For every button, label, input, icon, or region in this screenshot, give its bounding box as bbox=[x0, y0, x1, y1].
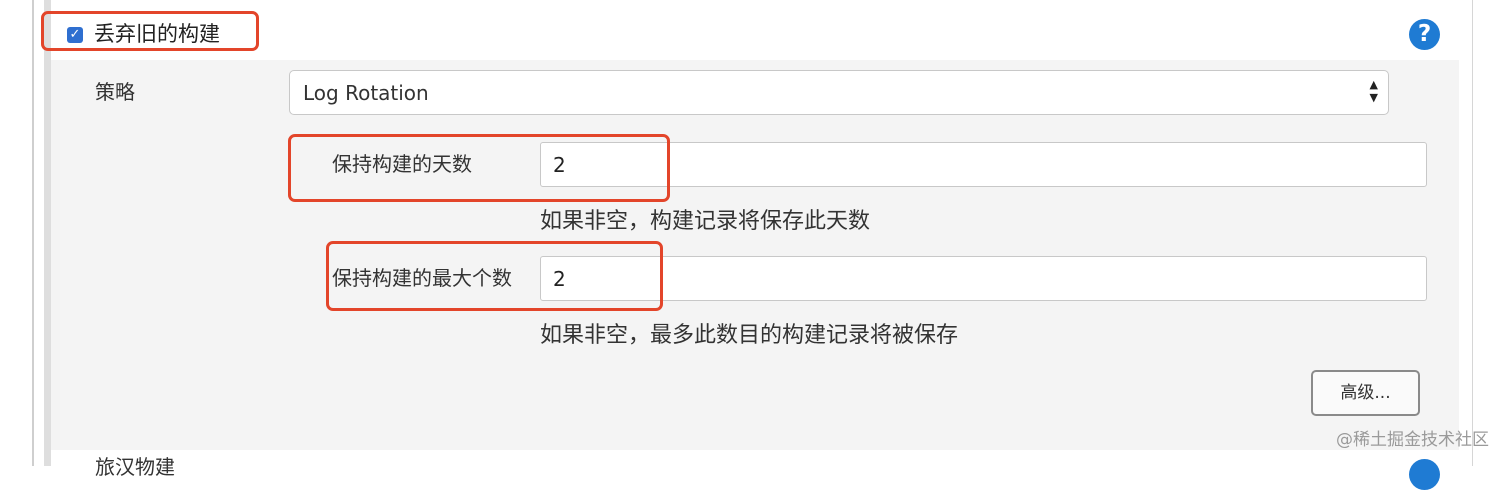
help-icon[interactable]: ? bbox=[1409, 19, 1440, 50]
advanced-button[interactable]: 高级... bbox=[1311, 370, 1420, 416]
discard-old-builds-checkbox[interactable]: ✓ bbox=[67, 27, 83, 43]
strategy-label: 策略 bbox=[95, 80, 135, 104]
left-rail bbox=[44, 0, 51, 466]
right-border bbox=[1472, 0, 1473, 466]
strategy-select-value: Log Rotation bbox=[303, 81, 429, 105]
watermark: @稀土掘金技术社区 bbox=[1336, 430, 1489, 450]
arrow-down-icon: ▼ bbox=[1369, 91, 1378, 104]
next-section-label: 旅汉物建 bbox=[95, 455, 175, 479]
days-to-keep-input[interactable] bbox=[540, 142, 1427, 187]
days-to-keep-label: 保持构建的天数 bbox=[332, 152, 472, 176]
max-builds-hint: 如果非空，最多此数目的构建记录将被保存 bbox=[540, 323, 959, 348]
select-arrows-icon: ▲ ▼ bbox=[1370, 78, 1378, 104]
discard-old-builds-label[interactable]: 丢弃旧的构建 bbox=[94, 19, 220, 49]
help-icon-2[interactable] bbox=[1409, 459, 1440, 490]
strategy-select[interactable]: Log Rotation ▲ ▼ bbox=[289, 70, 1389, 115]
max-builds-input[interactable] bbox=[540, 256, 1427, 301]
left-rail-outer bbox=[32, 0, 34, 466]
arrow-up-icon: ▲ bbox=[1369, 78, 1378, 91]
max-builds-label: 保持构建的最大个数 bbox=[332, 266, 512, 290]
strategy-panel bbox=[51, 60, 1459, 450]
days-to-keep-hint: 如果非空，构建记录将保存此天数 bbox=[540, 209, 871, 234]
